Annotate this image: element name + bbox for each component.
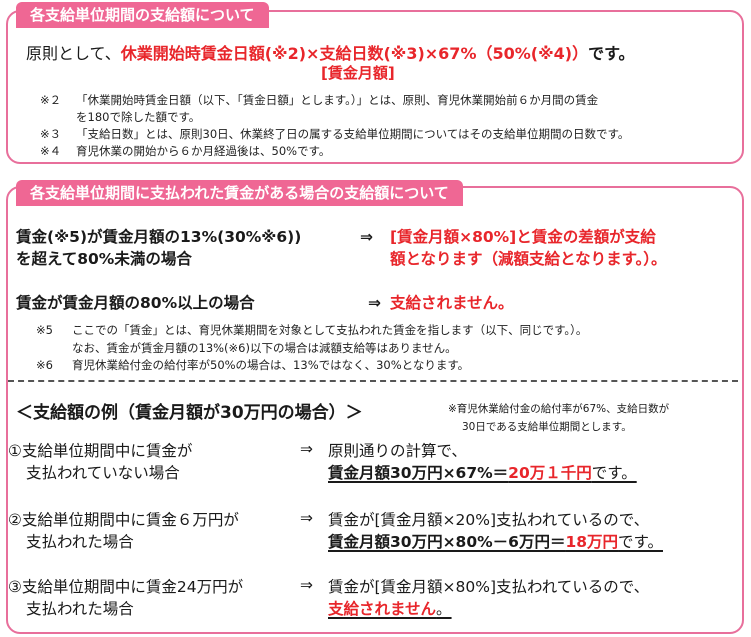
calc-text: 賃金月額30万円×80%－6万円＝	[328, 533, 566, 551]
note-text: 育児休業の開始から６か月経過後は、50%です。	[76, 144, 331, 158]
note-mark: ※２	[40, 93, 62, 107]
example2-cond-line2: 支払われた場合	[26, 533, 134, 551]
formula-prefix: 原則として、	[26, 44, 121, 63]
case1-cond-line2: を超えて80%未満の場合	[16, 250, 192, 268]
section-divider	[8, 380, 738, 382]
examples-note-line2: 30日である支給単位期間とします。	[462, 421, 632, 433]
example1-cond-line1: ①支給単位期間中に賃金が	[8, 442, 193, 460]
calc-tail: です。	[618, 533, 663, 551]
note-3: ※３ 「支給日数」とは、原則30日、休業終了日の属する支給単位期間についてはその支…	[40, 126, 629, 142]
note-text: ここでの「賃金」とは、育児休業期間を対象として支払われた賃金を指します（以下、同…	[72, 323, 588, 337]
case1-res-line1: [賃金月額×80%]と賃金の差額が支給	[390, 228, 656, 246]
note-mark: ※３	[40, 127, 62, 141]
note-6: ※6 育児休業給付金の給付率が50%の場合は、13%ではなく、30%となります。	[36, 357, 469, 373]
note-text: 「支給日数」とは、原則30日、休業終了日の属する支給単位期間についてはその支給単…	[76, 127, 630, 141]
note-2: ※２ 「休業開始時賃金日額（以下、「賃金日額」とします。）」とは、原則、育児休業開…	[40, 92, 598, 108]
example1-result: 原則通りの計算で、 賃金月額30万円×67%＝20万１千円です。	[328, 440, 637, 484]
example3-condition: ③支給単位期間中に賃金24万円が 支払われた場合	[8, 576, 243, 620]
example2-arrow: ⇒	[300, 509, 313, 527]
formula-suffix: です。	[588, 44, 635, 63]
note-mark: ※6	[36, 358, 53, 372]
examples-note-line1: ※育児休業給付金の給付率が67%、支給日数が	[448, 403, 670, 415]
example2-res-line1: 賃金が[賃金月額×20%]支払われているので、	[328, 511, 650, 529]
examples-note: ※育児休業給付金の給付率が67%、支給日数が 30日である支給単位期間とします。	[448, 400, 669, 436]
note-text: 育児休業給付金の給付率が50%の場合は、13%ではなく、30%となります。	[72, 358, 470, 372]
example3-result: 賃金が[賃金月額×80%]支払われているので、 支給されません。	[328, 576, 649, 620]
formula-sub-label: [賃金月額]	[321, 64, 395, 82]
note-mark: ※４	[40, 144, 62, 158]
calc-amount: 支給されません	[328, 600, 437, 618]
case1-arrow: ⇒	[360, 228, 373, 246]
example1-condition: ①支給単位期間中に賃金が 支払われていない場合	[8, 440, 192, 484]
examples-title: ＜支給額の例（賃金月額が30万円の場合）＞	[16, 403, 363, 423]
case2-condition: 賃金が賃金月額の80%以上の場合	[16, 294, 255, 312]
note-text: なお、賃金が賃金月額の13%(※6)以下の場合は減額支給等はありません。	[72, 341, 457, 355]
example2-res-line2: 賃金月額30万円×80%－6万円＝18万円です。	[328, 531, 663, 553]
section1-title: 各支給単位期間の支給額について	[16, 2, 269, 28]
case1-res-line2: 額となります（減額支給となります。）。	[390, 250, 667, 268]
note-mark: ※5	[36, 323, 53, 337]
case2-result: 支給されません。	[390, 294, 514, 312]
example2-result: 賃金が[賃金月額×20%]支払われているので、 賃金月額30万円×80%－6万円…	[328, 509, 663, 553]
example3-res-line1: 賃金が[賃金月額×80%]支払われているので、	[328, 578, 650, 596]
example2-condition: ②支給単位期間中に賃金６万円が 支払われた場合	[8, 509, 239, 553]
example3-res-line2: 支給されません。	[328, 598, 649, 620]
calc-amount: 18万円	[565, 533, 619, 551]
case1-result: [賃金月額×80%]と賃金の差額が支給 額となります（減額支給となります。）。	[390, 226, 667, 270]
example3-arrow: ⇒	[300, 576, 313, 594]
calc-tail: 。	[436, 600, 452, 618]
example1-res-line1: 原則通りの計算で、	[328, 442, 467, 460]
note-5: ※5 ここでの「賃金」とは、育児休業期間を対象として支払われた賃金を指します（以下…	[36, 322, 587, 338]
calc-text: 賃金月額30万円×67%＝	[328, 464, 509, 482]
note-4: ※４ 育児休業の開始から６か月経過後は、50%です。	[40, 143, 330, 159]
example3-cond-line1: ③支給単位期間中に賃金24万円が	[8, 578, 244, 596]
note-5-cont: なお、賃金が賃金月額の13%(※6)以下の場合は減額支給等はありません。	[36, 340, 457, 356]
formula-main: 休業開始時賃金日額(※2)×支給日数(※3)×67%（50%(※4)）	[120, 44, 589, 63]
payment-formula: 原則として、休業開始時賃金日額(※2)×支給日数(※3)×67%（50%(※4)…	[26, 40, 635, 64]
note-2-cont: を180で除した額です。	[40, 109, 200, 125]
note-text: を180で除した額です。	[76, 110, 201, 124]
note-text: 「休業開始時賃金日額（以下、「賃金日額」とします。）」とは、原則、育児休業開始前…	[76, 93, 599, 107]
example1-cond-line2: 支払われていない場合	[26, 464, 180, 482]
case2-arrow: ⇒	[368, 294, 381, 312]
example2-cond-line1: ②支給単位期間中に賃金６万円が	[8, 511, 239, 529]
example3-cond-line2: 支払われた場合	[26, 600, 134, 618]
example1-res-line2: 賃金月額30万円×67%＝20万１千円です。	[328, 462, 637, 484]
case1-condition: 賃金(※5)が賃金月額の13%(30%※6)) を超えて80%未満の場合	[16, 226, 301, 270]
calc-tail: です。	[591, 464, 637, 482]
case1-cond-line1: 賃金(※5)が賃金月額の13%(30%※6))	[16, 228, 302, 246]
section2-title: 各支給単位期間に支払われた賃金がある場合の支給額について	[16, 180, 463, 206]
calc-amount: 20万１千円	[508, 464, 592, 482]
example1-arrow: ⇒	[300, 440, 313, 458]
